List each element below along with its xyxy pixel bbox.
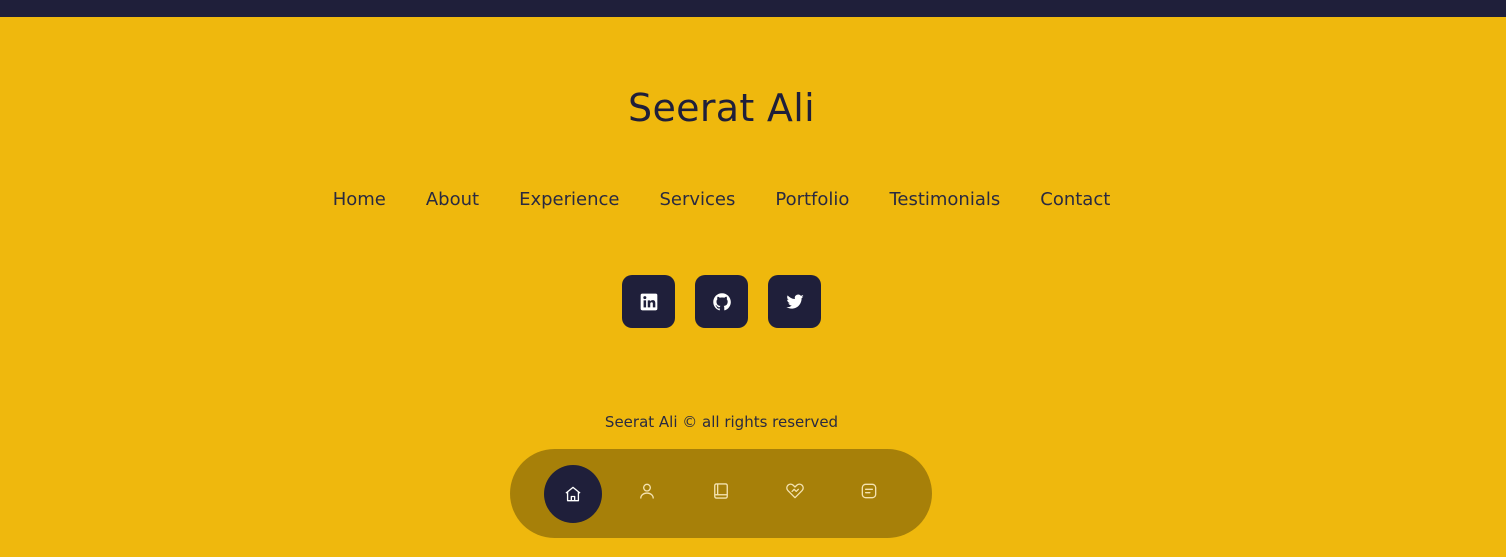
github-button[interactable]	[695, 275, 748, 328]
user-icon	[637, 481, 657, 501]
twitter-button[interactable]	[768, 275, 821, 328]
footer-link-testimonials[interactable]: Testimonials	[889, 187, 1000, 213]
message-icon	[859, 481, 879, 501]
handshake-icon	[785, 481, 805, 501]
footer-logo-title[interactable]: Seerat Ali	[0, 86, 1443, 130]
book-icon	[711, 481, 731, 501]
copyright-text: Seerat Ali © all rights reserved	[604, 413, 839, 431]
nav-experience-button[interactable]	[692, 462, 750, 520]
github-icon	[712, 292, 732, 312]
footer-link-contact[interactable]: Contact	[1040, 187, 1110, 213]
top-strip	[0, 0, 1506, 17]
footer-link-services[interactable]: Services	[659, 187, 735, 213]
linkedin-button[interactable]	[622, 275, 675, 328]
footer-link-experience[interactable]: Experience	[519, 187, 619, 213]
footer-link-home[interactable]: Home	[333, 187, 386, 213]
nav-services-button[interactable]	[766, 462, 824, 520]
footer-link-portfolio[interactable]: Portfolio	[775, 187, 849, 213]
footer-nav: Home About Experience Services Portfolio…	[0, 187, 1443, 213]
floating-bottom-nav	[510, 449, 932, 538]
home-icon	[563, 484, 583, 504]
twitter-icon	[785, 292, 805, 312]
nav-contact-button[interactable]	[840, 462, 898, 520]
social-links	[622, 275, 821, 328]
linkedin-icon	[639, 292, 659, 312]
nav-home-button[interactable]	[544, 464, 602, 523]
footer-link-about[interactable]: About	[426, 187, 479, 213]
nav-about-button[interactable]	[618, 462, 676, 520]
